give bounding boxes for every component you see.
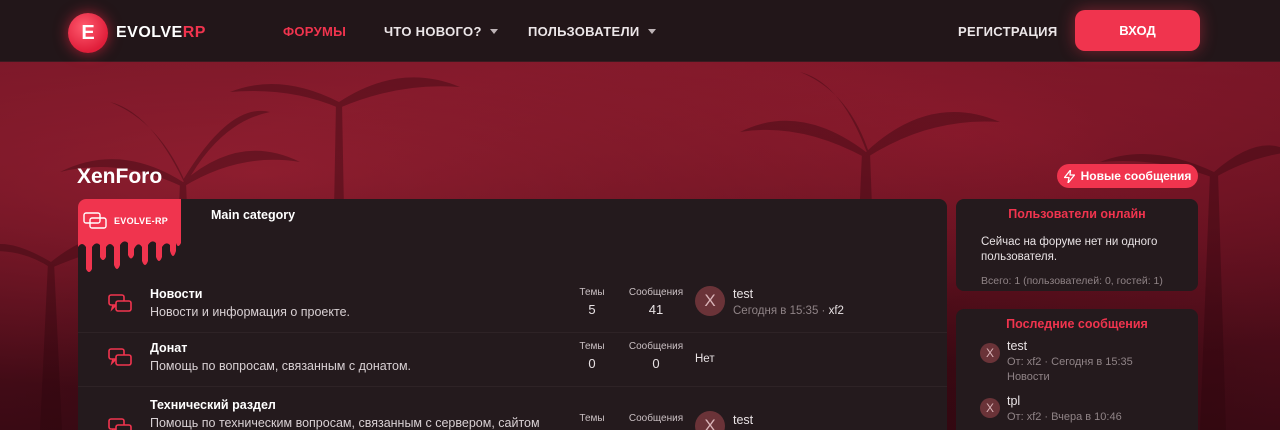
topics-count: 0 <box>588 356 596 371</box>
posts-count: 0 <box>652 356 660 371</box>
posts-label: Сообщения <box>628 287 684 298</box>
chevron-down-icon <box>489 28 498 34</box>
forum-chat-icon <box>108 348 132 366</box>
avatar[interactable]: X <box>695 411 725 430</box>
forum-title[interactable]: Новости <box>150 287 202 301</box>
login-button[interactable]: ВХОД <box>1075 10 1200 51</box>
online-users-footer: Всего: 1 (пользователей: 0, гостей: 1) <box>981 275 1163 287</box>
nav-forums[interactable]: ФОРУМЫ <box>283 0 346 62</box>
topics-count: 5 <box>588 302 596 317</box>
last-post-title[interactable]: test <box>733 413 753 427</box>
last-post-title[interactable]: test <box>733 287 753 301</box>
category-title[interactable]: Main category <box>211 208 295 222</box>
latest-post-meta: От: xf2 · Сегодня в 15:35 <box>1007 356 1133 368</box>
lightning-icon <box>1063 169 1075 183</box>
forum-description: Помощь по вопросам, связанным с донатом. <box>150 359 412 373</box>
logo-wordmark: EVOLVERP <box>116 24 206 42</box>
last-post-separator: · <box>818 305 829 317</box>
nav-members-label: ПОЛЬЗОВАТЕЛИ <box>528 23 640 39</box>
posts-label: Сообщения <box>628 413 684 424</box>
logo-icon: E <box>68 13 108 53</box>
avatar-letter: X <box>985 401 994 415</box>
forum-description: Новости и информация о проекте. <box>150 305 350 319</box>
last-post-meta: Сегодня в 15:35 · xf2 <box>733 305 844 317</box>
avatar[interactable]: X <box>695 286 725 316</box>
last-post-date: Сегодня в 15:35 <box>733 305 819 317</box>
nav-register[interactable]: РЕГИСТРАЦИЯ <box>958 0 1057 62</box>
category-badge: EVOLVE-RP <box>78 199 181 273</box>
avatar[interactable]: X <box>980 398 1000 418</box>
online-users-title[interactable]: Пользователи онлайн <box>956 207 1198 221</box>
nav-members[interactable]: ПОЛЬЗОВАТЕЛИ <box>528 0 656 62</box>
new-posts-label: Новые сообщения <box>1080 169 1192 183</box>
page-title: XenForo <box>77 165 163 188</box>
forum-row-technical: Технический раздел Помощь по техническим… <box>78 387 947 430</box>
latest-post-title[interactable]: test <box>1007 339 1027 353</box>
avatar-letter: X <box>704 416 716 430</box>
posts-label: Сообщения <box>628 341 684 352</box>
forum-title[interactable]: Донат <box>150 341 187 355</box>
login-button-label: ВХОД <box>1119 23 1156 38</box>
posts-count: 41 <box>648 302 664 317</box>
forum-chat-icon <box>108 418 132 430</box>
online-users-text: Сейчас на форуме нет ни одного пользоват… <box>981 236 1158 263</box>
latest-post-title[interactable]: tpl <box>1007 394 1020 408</box>
forum-title[interactable]: Технический раздел <box>150 398 276 412</box>
forum-topics-stat: Темы <box>572 413 612 424</box>
nav-register-label: РЕГИСТРАЦИЯ <box>958 23 1058 39</box>
top-navbar: E EVOLVERP ФОРУМЫ ЧТО НОВОГО? ПОЛЬЗОВАТЕ… <box>0 0 1280 62</box>
nav-whats-new-label: ЧТО НОВОГО? <box>384 23 482 39</box>
latest-posts-widget: Последние сообщения X test От: xf2 · Сег… <box>956 309 1198 430</box>
topics-label: Темы <box>579 341 605 352</box>
forum-description: Помощь по техническим вопросам, связанны… <box>150 416 540 430</box>
avatar[interactable]: X <box>980 343 1000 363</box>
last-post-user[interactable]: xf2 <box>829 305 844 317</box>
latest-post-forum[interactable]: Новости <box>1007 371 1050 383</box>
new-posts-button[interactable]: Новые сообщения <box>1057 164 1198 188</box>
avatar-letter: X <box>704 291 716 310</box>
forum-topics-stat: Темы 0 <box>572 341 612 371</box>
online-users-widget: Пользователи онлайн Сейчас на форуме нет… <box>956 199 1198 291</box>
latest-posts-title[interactable]: Последние сообщения <box>956 317 1198 331</box>
forum-chat-icon <box>108 294 132 312</box>
drip-banner-shape <box>78 199 181 272</box>
forum-topics-stat: Темы 5 <box>572 287 612 317</box>
nav-forums-label: ФОРУМЫ <box>283 23 347 39</box>
latest-post-meta: От: xf2 · Вчера в 10:46 <box>1007 411 1122 423</box>
category-badge-label: EVOLVE-RP <box>114 216 169 226</box>
logo-text-evolve: EVOLVE <box>116 24 183 41</box>
forum-row-news: Новости Новости и информация о проекте. … <box>78 279 947 333</box>
forum-posts-stat: Сообщения <box>626 413 686 424</box>
last-post-none: Нет <box>695 353 715 365</box>
avatar-letter: X <box>985 346 994 360</box>
forum-posts-stat: Сообщения 0 <box>626 341 686 371</box>
topics-label: Темы <box>579 287 605 298</box>
forum-list: EVOLVE-RP Main category Новости Новости … <box>78 199 947 430</box>
site-logo[interactable]: E EVOLVERP <box>68 6 218 56</box>
forum-posts-stat: Сообщения 41 <box>626 287 686 317</box>
chevron-down-icon <box>647 28 656 34</box>
topics-label: Темы <box>579 413 605 424</box>
forum-row-donate: Донат Помощь по вопросам, связанным с до… <box>78 333 947 387</box>
logo-text-rp: RP <box>182 24 206 41</box>
logo-letter: E <box>81 21 95 44</box>
nav-whats-new[interactable]: ЧТО НОВОГО? <box>384 0 498 62</box>
